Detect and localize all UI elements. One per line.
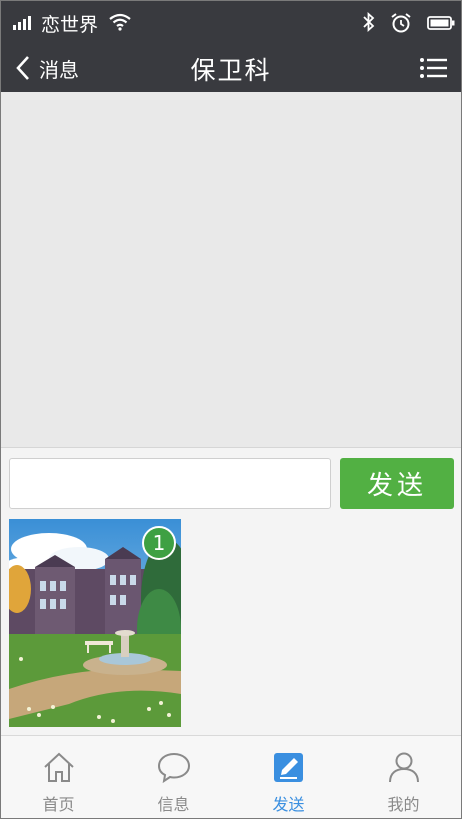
bluetooth-icon — [363, 12, 375, 32]
app-screen: 恋世界 消息 保卫科 发送 1 首页 信息 发送 我的 — [0, 0, 462, 819]
status-bar: 恋世界 — [1, 1, 461, 45]
tab-label: 信息 — [157, 795, 190, 814]
list-icon[interactable] — [419, 55, 447, 81]
user-icon — [388, 752, 419, 783]
signal-icon — [13, 16, 33, 30]
image-count-badge: 1 — [142, 526, 176, 560]
page-title: 保卫科 — [190, 56, 272, 85]
tab-label: 发送 — [272, 795, 305, 814]
alarm-icon — [391, 13, 411, 33]
compose-icon — [273, 753, 303, 782]
tab-me[interactable]: 我的 — [346, 736, 461, 818]
home-icon — [43, 752, 74, 782]
tab-send[interactable]: 发送 — [231, 736, 346, 818]
nav-bar: 消息 保卫科 — [1, 45, 461, 92]
wifi-icon — [109, 13, 131, 31]
top-bar: 恋世界 消息 保卫科 — [1, 1, 461, 92]
battery-icon — [427, 16, 455, 30]
compose-panel: 发送 1 — [1, 448, 461, 735]
tab-bar: 首页 信息 发送 我的 — [1, 735, 461, 818]
send-button[interactable]: 发送 — [340, 458, 454, 509]
message-list[interactable] — [1, 92, 461, 448]
carrier-name: 恋世界 — [41, 14, 99, 36]
chat-bubble-icon — [157, 752, 190, 784]
tab-home[interactable]: 首页 — [1, 736, 116, 818]
tab-label: 首页 — [42, 795, 75, 814]
tab-label: 我的 — [387, 795, 420, 814]
message-input[interactable] — [9, 458, 331, 509]
tab-messages[interactable]: 信息 — [116, 736, 231, 818]
